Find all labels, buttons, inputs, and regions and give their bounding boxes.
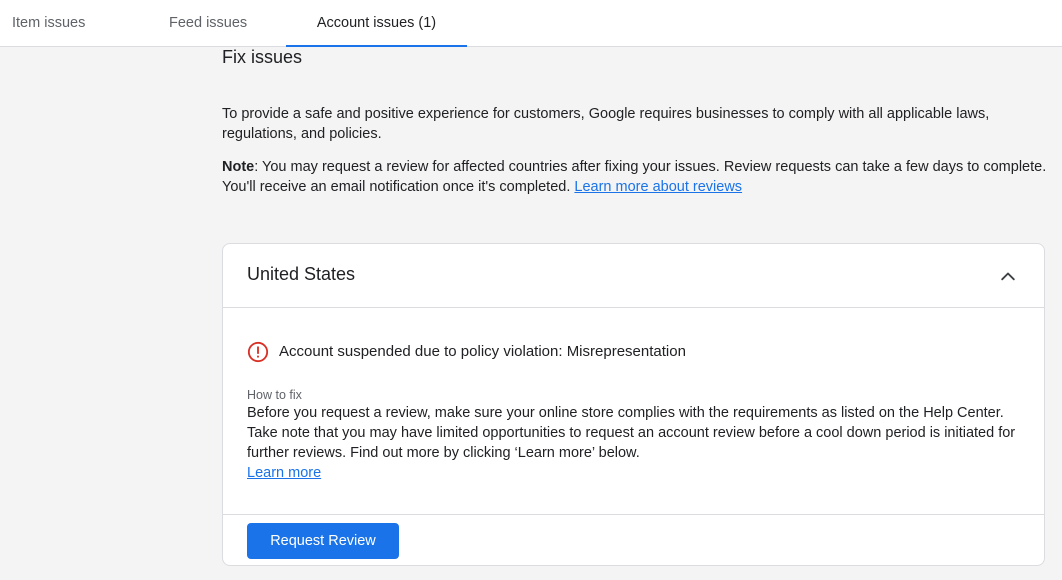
- note-label: Note: [222, 159, 255, 175]
- intro-text: To provide a safe and positive experienc…: [222, 106, 990, 142]
- tab-bar: Item issues Feed issues Account issues (…: [0, 0, 1062, 47]
- card-footer: Request Review: [223, 514, 1044, 565]
- issue-title: Account suspended due to policy violatio…: [279, 343, 686, 360]
- page-title: Fix issues: [222, 47, 303, 67]
- country-header[interactable]: United States: [223, 244, 1044, 308]
- chevron-up-icon[interactable]: [998, 266, 1018, 286]
- tab-feed-issues[interactable]: Feed issues: [169, 0, 279, 46]
- how-to-fix-text: Before you request a review, make sure y…: [247, 403, 1037, 483]
- tab-item-issues[interactable]: Item issues: [12, 0, 122, 46]
- learn-more-about-reviews-link[interactable]: Learn more about reviews: [574, 179, 742, 195]
- how-to-fix-body: Before you request a review, make sure y…: [247, 405, 1016, 461]
- country-name: United States: [247, 264, 356, 284]
- request-review-button[interactable]: Request Review: [247, 523, 399, 559]
- review-note: Note: You may request a review for affec…: [222, 157, 1052, 197]
- learn-more-link[interactable]: Learn more: [247, 465, 321, 481]
- error-icon: [247, 341, 269, 363]
- country-issue-card: United States Account suspended due to p…: [222, 243, 1045, 566]
- how-to-fix-label: How to fix: [247, 388, 302, 402]
- tab-account-issues[interactable]: Account issues (1): [286, 0, 467, 47]
